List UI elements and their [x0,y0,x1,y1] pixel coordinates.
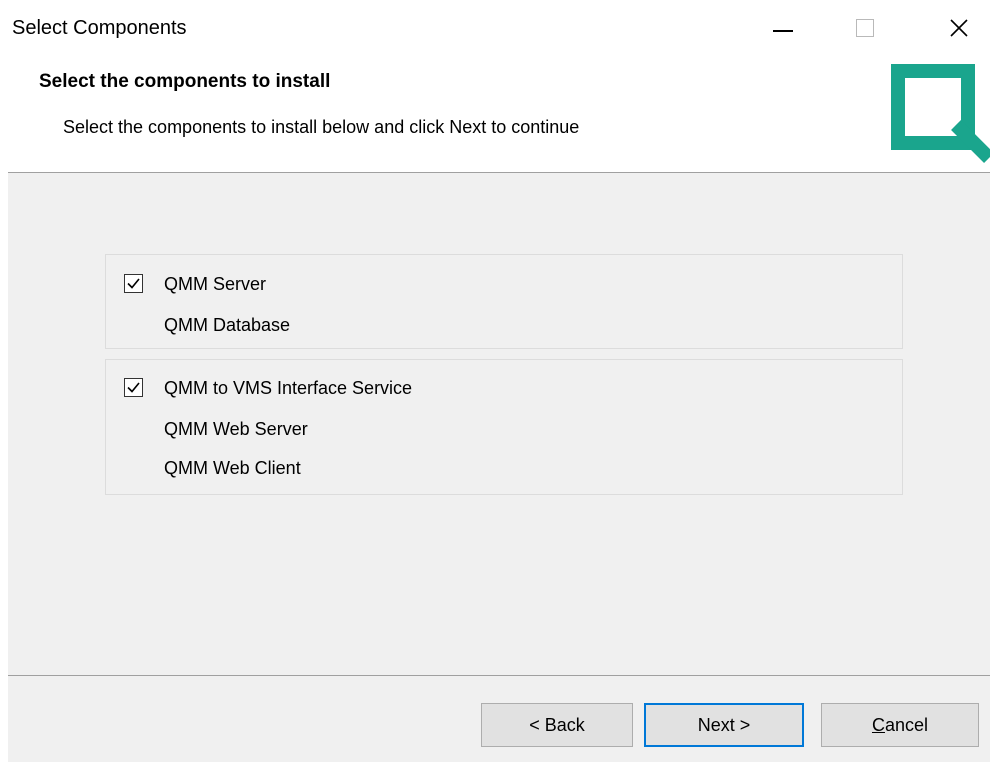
qmm-database-label: QMM Database [164,315,291,335]
qmm-server-checkbox[interactable] [124,274,143,293]
close-button[interactable] [936,10,982,46]
component-row-interface-service[interactable]: QMM to VMS Interface Service [106,374,902,404]
checkmark-icon [127,382,140,393]
title-bar: Select Components [8,0,990,58]
component-group-server: QMM Server QMM Database [105,254,903,349]
qmm-web-client-label: QMM Web Client [164,458,301,478]
minimize-button[interactable] [760,10,806,46]
page-title: Select the components to install [39,71,331,92]
next-button[interactable]: Next > [644,703,804,747]
qmm-web-server-label: QMM Web Server [164,419,308,439]
window-title: Select Components [12,17,187,39]
installer-window: Select Components Select the components … [8,0,990,762]
interface-service-label: QMM to VMS Interface Service [164,378,413,398]
maximize-icon [856,19,874,37]
back-button[interactable]: < Back [481,703,633,747]
maximize-button[interactable] [842,10,888,46]
page-subtitle: Select the components to install below a… [63,117,580,137]
minimize-icon [773,30,793,32]
qmm-server-label: QMM Server [164,274,267,294]
page-header: Select the components to install Select … [8,58,990,173]
close-icon [950,19,968,37]
cancel-button[interactable]: Cancel [821,703,979,747]
component-group-interface: QMM to VMS Interface Service QMM Web Ser… [105,359,903,495]
checkmark-icon [127,278,140,289]
interface-service-checkbox[interactable] [124,378,143,397]
qmm-logo-icon [891,64,990,163]
component-row-qmm-server[interactable]: QMM Server [106,269,902,299]
back-button-label: < Back [529,714,585,735]
cancel-button-label: ancel [884,714,929,735]
footer-divider [8,675,990,676]
cancel-mnemonic: C [871,714,885,735]
next-button-label: Next > [697,714,751,735]
